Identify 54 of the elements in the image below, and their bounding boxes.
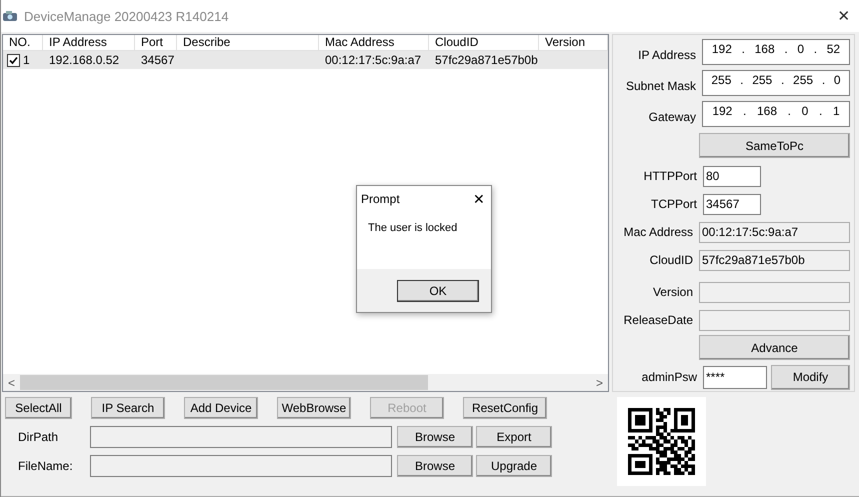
scroll-left-button[interactable]: < — [3, 376, 20, 390]
field-label: ReleaseDate — [622, 313, 693, 327]
table-cell: 00:12:17:5c:9a:a7 — [325, 53, 422, 67]
checkbox[interactable] — [7, 54, 20, 66]
path-button[interactable]: Browse — [397, 455, 473, 477]
field-label: Subnet Mask — [624, 79, 696, 93]
path-field[interactable] — [90, 426, 392, 448]
readonly-field[interactable] — [699, 282, 850, 302]
ip-address-field[interactable]: 192 . 168 . 0 . 52 — [702, 39, 850, 65]
readonly-field[interactable]: 00:12:17:5c:9a:a7 — [699, 222, 850, 242]
ok-button[interactable]: OK — [397, 280, 479, 302]
dialog-title: Prompt — [361, 192, 400, 206]
scroll-thumb[interactable] — [20, 375, 428, 390]
field-label: DirPath — [17, 430, 60, 444]
action-button[interactable]: IP Search — [91, 397, 165, 419]
close-button[interactable]: ✕ — [473, 191, 485, 207]
ip-address-field[interactable]: 192 . 168 . 0 . 1 — [702, 101, 850, 127]
table-cell: 34567 — [141, 53, 174, 67]
dialog-message: The user is locked — [368, 222, 458, 234]
action-button[interactable]: SelectAll — [5, 397, 72, 419]
modify-button[interactable]: Modify — [771, 364, 850, 390]
field-label: FileName: — [17, 459, 74, 473]
camera-icon — [2, 10, 18, 22]
table-cell: 192.168.0.52 — [49, 53, 120, 67]
path-button[interactable]: Upgrade — [476, 455, 552, 477]
field-label: Mac Address — [622, 225, 693, 239]
settings-button[interactable]: Advance — [699, 335, 850, 360]
table-cell: 57fc29a871e57b0b — [435, 53, 538, 67]
scroll-right-button[interactable]: > — [591, 376, 608, 390]
action-button[interactable]: Add Device — [184, 397, 258, 419]
settings-button[interactable]: SameToPc — [699, 133, 850, 158]
action-button[interactable]: WebBrowse — [277, 397, 351, 419]
field-label: adminPsw — [640, 370, 697, 384]
horizontal-scrollbar[interactable]: < > — [3, 374, 608, 391]
readonly-field[interactable] — [699, 310, 850, 330]
ip-address-field[interactable]: 255 . 255 . 255 . 0 — [702, 70, 850, 96]
password-field[interactable]: **** — [703, 366, 767, 388]
action-button[interactable]: ResetConfig — [463, 397, 547, 419]
window-title: DeviceManage 20200423 R140214 — [24, 8, 230, 24]
field-label: Gateway — [648, 110, 696, 124]
device-row[interactable]: 1 192.168.0.52 34567 00:12:17:5c:9a:a7 57fc29a871e57b0b — [3, 51, 608, 69]
path-field[interactable] — [90, 455, 392, 477]
port-field[interactable]: 80 — [703, 166, 761, 186]
field-label: HTTPPort — [642, 169, 697, 183]
path-button[interactable]: Export — [476, 426, 552, 448]
path-button[interactable]: Browse — [397, 426, 473, 448]
field-label: Version — [652, 285, 693, 299]
close-button[interactable]: ✕ — [829, 7, 859, 25]
field-label: CloudID — [648, 253, 693, 267]
field-label: IP Address — [637, 48, 696, 62]
table-cell: 1 — [23, 53, 30, 67]
field-label: TCPPort — [650, 197, 697, 211]
port-field[interactable]: 34567 — [703, 194, 761, 214]
readonly-field[interactable]: 57fc29a871e57b0b — [699, 250, 850, 270]
